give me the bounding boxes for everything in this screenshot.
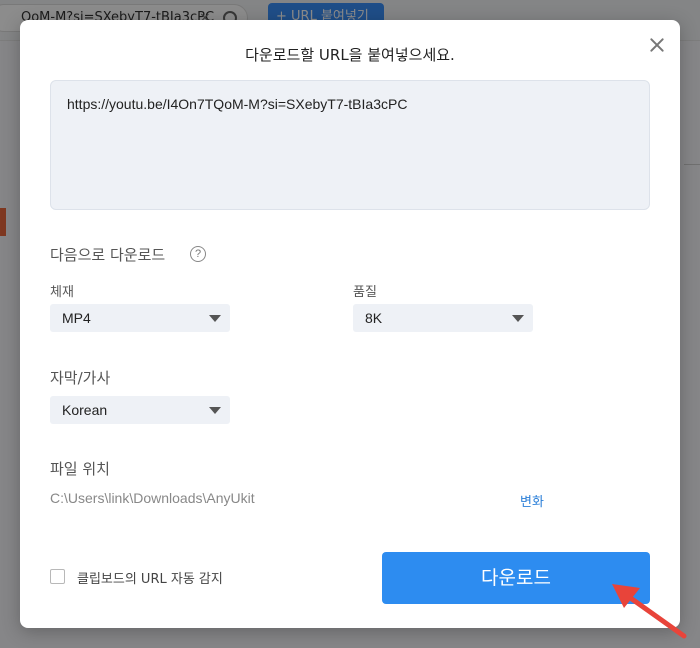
annotation-arrow-icon	[612, 584, 687, 639]
format-selected-value: MP4	[62, 310, 91, 326]
subtitles-select[interactable]: Korean	[50, 396, 230, 424]
dialog-title: 다운로드할 URL을 붙여넣으세요.	[245, 46, 455, 64]
quality-select[interactable]: 8K	[353, 304, 533, 332]
chevron-down-icon	[209, 315, 221, 322]
quality-label: 품질	[353, 285, 377, 300]
change-location-link[interactable]: 변화	[520, 491, 544, 510]
help-icon[interactable]: ?	[190, 246, 206, 262]
subtitles-label: 자막/가사	[50, 369, 111, 387]
chevron-down-icon	[512, 315, 524, 322]
file-location-label: 파일 위치	[50, 460, 110, 478]
clipboard-autodetect-checkbox[interactable]	[50, 569, 65, 584]
clipboard-autodetect-label: 클립보드의 URL 자동 감지	[77, 572, 223, 587]
close-icon[interactable]	[646, 34, 668, 56]
chevron-down-icon	[209, 407, 221, 414]
download-as-label: 다음으로 다운로드	[50, 246, 166, 264]
url-input[interactable]: https://youtu.be/I4On7TQoM-M?si=SXebyT7-…	[50, 80, 650, 210]
quality-selected-value: 8K	[365, 310, 383, 326]
subtitles-selected-value: Korean	[62, 402, 108, 418]
file-location-path: C:\Users\link\Downloads\AnyUkit	[50, 490, 255, 506]
download-dialog: 다운로드할 URL을 붙여넣으세요. https://youtu.be/I4On…	[20, 20, 680, 628]
format-label: 체재	[50, 285, 74, 300]
format-select[interactable]: MP4	[50, 304, 230, 332]
